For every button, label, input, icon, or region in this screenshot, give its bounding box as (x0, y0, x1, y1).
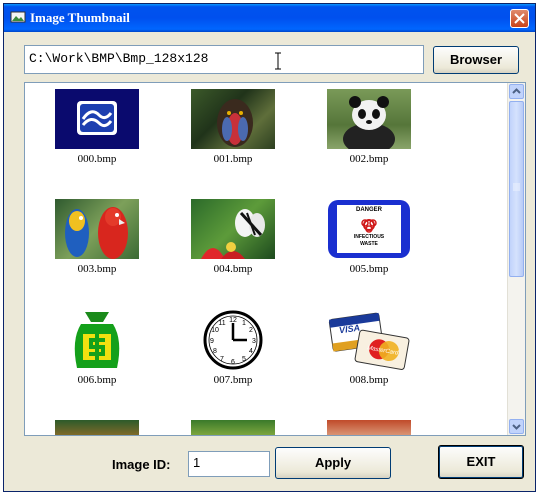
thumbnail-caption: 001.bmp (213, 153, 253, 165)
money-bag-icon (55, 310, 139, 370)
svg-text:6: 6 (231, 359, 235, 366)
thumbnail-caption: 002.bmp (349, 153, 389, 165)
panda-photo (327, 89, 411, 149)
thumbnail-008[interactable]: VISA MasterCard 008.bmp (319, 310, 419, 386)
sign-waste-text: WASTE (360, 241, 378, 247)
image-id-label: Image ID: (112, 457, 171, 472)
thumbnail-grid[interactable]: 000.bmp 001.bmp 002.bmp 003.bmp 004.bmp … (24, 82, 526, 436)
app-icon (10, 11, 26, 23)
credit-cards-icon: VISA MasterCard (327, 310, 411, 370)
butterfly-photo (191, 199, 275, 259)
partial-thumbnail-image (191, 420, 275, 435)
thumbnail-003[interactable]: 003.bmp (47, 199, 147, 275)
sign-infectious-text: INFECTIOUS (353, 234, 385, 240)
thumbnail-caption: 008.bmp (349, 374, 389, 386)
sign-danger-text: DANGER (355, 207, 382, 213)
thumbnail-000[interactable]: 000.bmp (47, 89, 147, 165)
svg-text:2: 2 (249, 327, 253, 334)
parrots-photo (55, 199, 139, 259)
svg-text:11: 11 (218, 320, 225, 327)
thumbnail-006[interactable]: 006.bmp (47, 310, 147, 386)
thumbnail-009[interactable] (47, 420, 147, 435)
infectious-waste-sign: DANGER INFECTIOUS WASTE (327, 199, 411, 259)
svg-text:5: 5 (242, 356, 246, 363)
path-field[interactable]: C:\Work\BMP\Bmp_128x128 (24, 45, 424, 74)
text-cursor-icon (275, 52, 281, 70)
svg-text:10: 10 (211, 327, 219, 334)
thumbnail-caption: 003.bmp (77, 263, 117, 275)
partial-thumbnail-image (55, 420, 139, 435)
thumbnail-011[interactable] (319, 420, 419, 435)
clock-icon: 12 1 2 345 678 9 10 11 (191, 310, 275, 370)
scroll-up-button[interactable] (509, 84, 524, 99)
thumbnail-002[interactable]: 002.bmp (319, 89, 419, 165)
thumbnail-caption: 000.bmp (77, 153, 117, 165)
thumbnail-caption: 005.bmp (349, 263, 389, 275)
thumbnail-caption: 007.bmp (213, 374, 253, 386)
title-bar[interactable]: Image Thumbnail (4, 4, 535, 32)
scroll-down-button[interactable] (509, 419, 524, 434)
thumbnail-007[interactable]: 12 1 2 345 678 9 10 11 007.bmp (183, 310, 283, 386)
close-button[interactable] (510, 9, 529, 28)
svg-text:3: 3 (252, 338, 256, 345)
svg-text:1: 1 (242, 320, 246, 327)
thumbnail-010[interactable] (183, 420, 283, 435)
svg-text:8: 8 (213, 348, 217, 355)
svg-text:4: 4 (249, 348, 253, 355)
window-title: Image Thumbnail (30, 10, 130, 25)
close-icon (514, 13, 525, 24)
thumbnail-caption: 006.bmp (77, 374, 117, 386)
image-id-field[interactable]: 1 (188, 451, 270, 477)
exit-button[interactable]: EXIT (438, 445, 524, 479)
thumbnail-001[interactable]: 001.bmp (183, 89, 283, 165)
thumbnail-004[interactable]: 004.bmp (183, 199, 283, 275)
partial-thumbnail-image (327, 420, 411, 435)
browse-button[interactable]: Browser (433, 46, 519, 74)
vertical-scrollbar[interactable] (507, 83, 525, 435)
scroll-thumb[interactable] (509, 101, 524, 277)
chevron-up-icon (512, 88, 521, 94)
thumbnail-caption: 004.bmp (213, 263, 253, 275)
svg-text:7: 7 (220, 356, 224, 363)
mandrill-photo (191, 89, 275, 149)
apply-button[interactable]: Apply (275, 447, 391, 479)
blue-logo-icon (55, 89, 139, 149)
svg-text:9: 9 (210, 338, 214, 345)
thumbnail-005[interactable]: DANGER INFECTIOUS WASTE 005.bmp (319, 199, 419, 275)
chevron-down-icon (512, 424, 521, 430)
grip-icon (513, 183, 520, 191)
svg-text:12: 12 (229, 317, 237, 324)
